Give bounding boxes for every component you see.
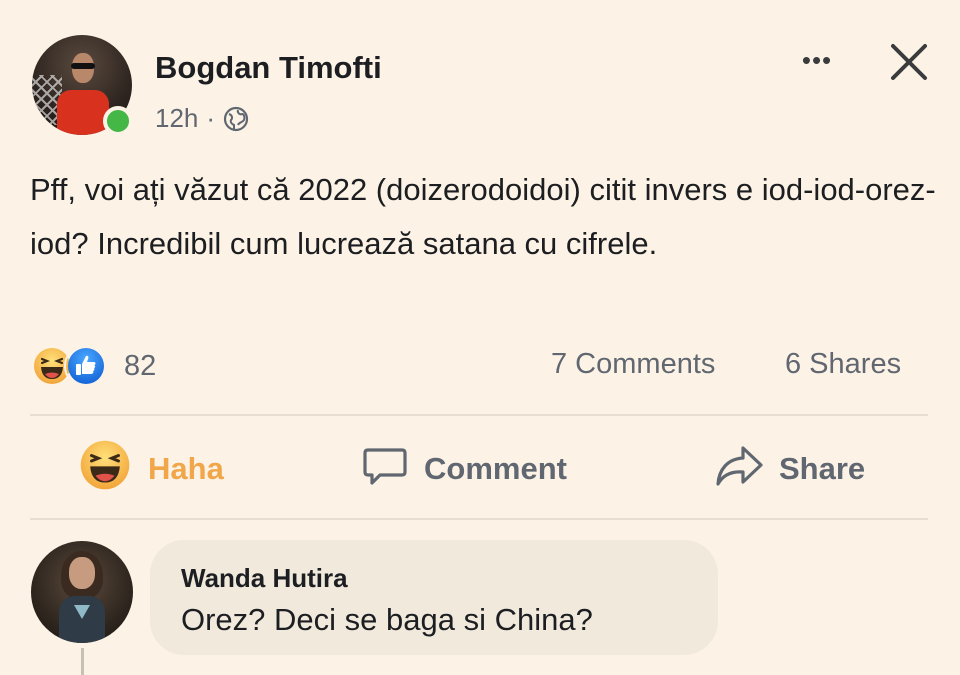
author-name[interactable]: Bogdan Timofti: [155, 50, 382, 86]
divider: [30, 414, 928, 416]
haha-reaction-button[interactable]: Haha: [78, 440, 224, 498]
like-icon: [64, 344, 108, 388]
haha-label: Haha: [148, 451, 224, 486]
comment-label: Comment: [424, 451, 567, 486]
comment-text: Orez? Deci se baga si China?: [181, 602, 593, 637]
globe-icon: [223, 106, 249, 132]
post-meta: 12h ·: [155, 103, 249, 134]
comment-author[interactable]: Wanda Hutira: [181, 563, 348, 594]
divider: [30, 518, 928, 520]
shares-count-link[interactable]: 6 Shares: [785, 348, 901, 381]
comments-count-link[interactable]: 7 Comments: [551, 348, 715, 381]
online-status-indicator: [103, 106, 133, 136]
post-time[interactable]: 12h: [155, 103, 198, 134]
more-options-button[interactable]: •••: [793, 45, 841, 75]
comment-icon: [360, 440, 410, 498]
post-text: Pff, voi ați văzut că 2022 (doizerodoido…: [30, 172, 936, 261]
meta-separator: ·: [206, 103, 216, 133]
comment-button[interactable]: Comment: [360, 440, 567, 498]
thread-line: [81, 648, 84, 675]
share-label: Share: [779, 451, 866, 486]
commenter-avatar[interactable]: [31, 541, 133, 643]
haha-icon: [78, 438, 132, 500]
share-icon: [713, 440, 765, 498]
reactions-summary[interactable]: 82: [30, 344, 156, 388]
share-button[interactable]: Share: [713, 440, 865, 498]
close-icon[interactable]: [885, 38, 933, 86]
reaction-count: 82: [124, 349, 157, 382]
